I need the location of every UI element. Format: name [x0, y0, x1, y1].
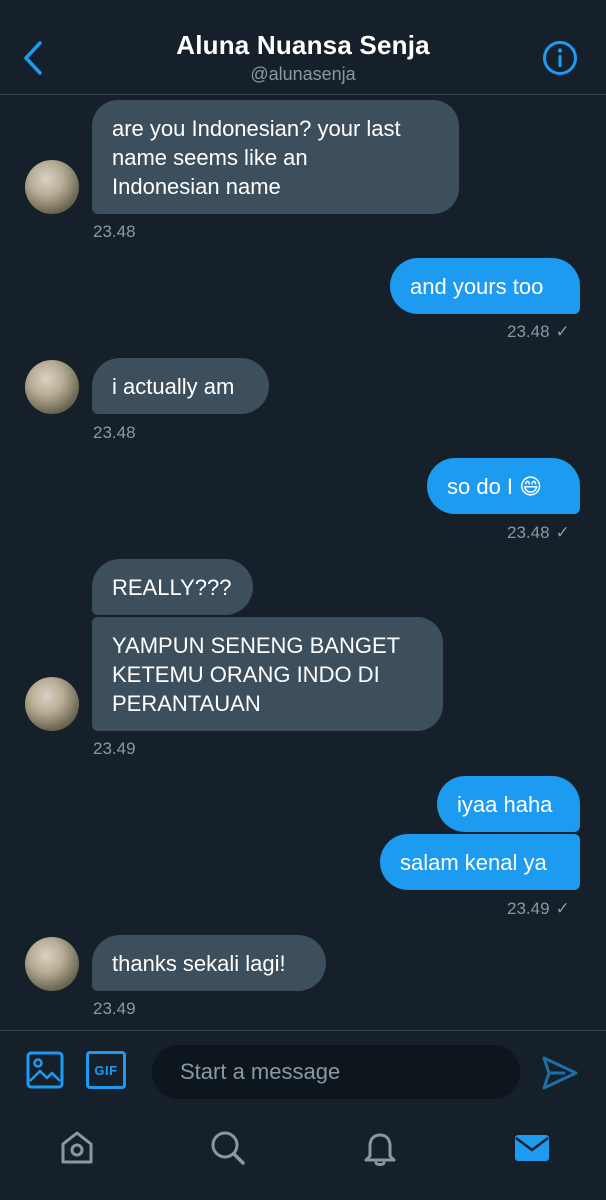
- dm-conversation-screen: Aluna Nuansa Senja @alunasenja are you I…: [0, 0, 606, 1200]
- sent-check-icon: ✓: [555, 523, 570, 542]
- search-icon: [211, 1131, 245, 1165]
- send-icon: [542, 1056, 578, 1090]
- conversation-header: Aluna Nuansa Senja @alunasenja: [0, 0, 606, 95]
- message-timestamp: 23.48 ✓: [507, 523, 570, 543]
- outgoing-message[interactable]: salam kenal ya: [380, 834, 580, 890]
- bottom-tab-bar: [0, 1114, 606, 1200]
- message-timestamp: 23.48 ✓: [507, 322, 570, 342]
- outgoing-message[interactable]: iyaa haha: [437, 776, 580, 832]
- incoming-message[interactable]: are you Indonesian? your last name seems…: [92, 100, 459, 214]
- tab-search[interactable]: [208, 1128, 248, 1168]
- add-photo-button[interactable]: [26, 1051, 64, 1089]
- message-time: 23.48: [507, 322, 550, 341]
- image-icon: [26, 1051, 64, 1089]
- incoming-message[interactable]: YAMPUN SENENG BANGET KETEMU ORANG INDO D…: [92, 617, 443, 731]
- message-input[interactable]: [152, 1045, 520, 1099]
- outgoing-message[interactable]: and yours too: [390, 258, 580, 314]
- conversation-info-button[interactable]: [542, 40, 578, 76]
- message-timestamp: 23.49 ✓: [507, 899, 570, 919]
- outgoing-message[interactable]: so do I 😄: [427, 458, 580, 514]
- message-timestamp: 23.49: [93, 739, 136, 758]
- bell-icon: [364, 1133, 396, 1166]
- contact-avatar[interactable]: [25, 677, 79, 731]
- message-time: 23.48: [507, 523, 550, 542]
- tab-notifications[interactable]: [360, 1128, 400, 1168]
- info-icon: [543, 41, 577, 75]
- contact-avatar[interactable]: [25, 937, 79, 991]
- contact-handle: @alunasenja: [250, 64, 356, 84]
- mail-icon: [515, 1135, 549, 1161]
- sent-check-icon: ✓: [555, 899, 570, 918]
- contact-avatar[interactable]: [25, 360, 79, 414]
- message-timestamp: 23.48: [93, 423, 136, 442]
- message-timestamp: 23.49: [93, 999, 136, 1018]
- send-button[interactable]: [540, 1053, 580, 1093]
- message-composer: GIF: [0, 1030, 606, 1115]
- contact-name[interactable]: Aluna Nuansa Senja: [0, 30, 606, 61]
- incoming-message[interactable]: i actually am: [92, 358, 269, 414]
- message-time: 23.49: [507, 899, 550, 918]
- incoming-message[interactable]: REALLY???: [92, 559, 253, 615]
- incoming-message[interactable]: thanks sekali lagi!: [92, 935, 326, 991]
- tab-messages[interactable]: [512, 1128, 552, 1168]
- message-list[interactable]: are you Indonesian? your last name seems…: [0, 95, 606, 1030]
- sent-check-icon: ✓: [555, 322, 570, 341]
- home-icon: [61, 1131, 93, 1164]
- tab-home[interactable]: [57, 1128, 97, 1168]
- message-timestamp: 23.48: [93, 222, 136, 241]
- contact-avatar[interactable]: [25, 160, 79, 214]
- gif-button[interactable]: GIF: [86, 1051, 126, 1089]
